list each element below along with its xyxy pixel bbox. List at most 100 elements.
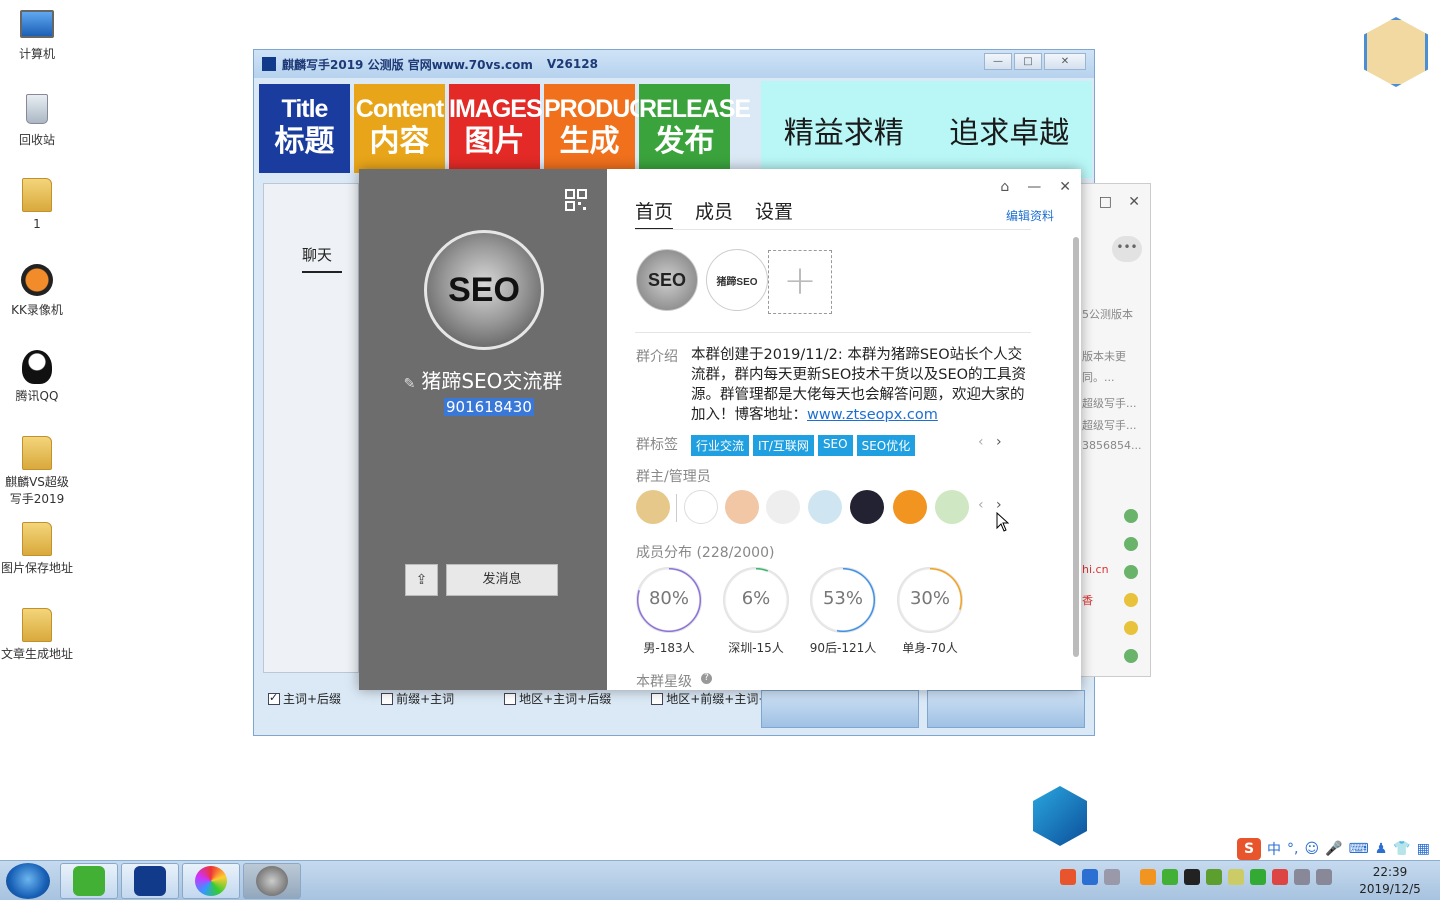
- speaker-tray-icon[interactable]: [1316, 869, 1332, 885]
- add-photo-button[interactable]: +: [768, 250, 832, 314]
- ime-mode[interactable]: 中: [1267, 839, 1281, 859]
- menu-tile[interactable]: RELEASE 发布: [639, 84, 751, 173]
- close-button[interactable]: ✕: [1128, 194, 1140, 210]
- checkbox[interactable]: [651, 693, 664, 705]
- group-id[interactable]: 901618430: [444, 398, 534, 416]
- clock[interactable]: 22:39 2019/12/5: [1352, 864, 1428, 898]
- more-icon[interactable]: •••: [1112, 236, 1142, 262]
- desktop-icon-qq[interactable]: 腾讯QQ: [1, 350, 73, 405]
- distribution-ring[interactable]: 6%: [723, 567, 789, 633]
- member-avatar[interactable]: [893, 490, 927, 524]
- share-button[interactable]: ⇪: [405, 564, 438, 596]
- menu-tile[interactable]: PRODUCT.. 生成: [544, 84, 671, 173]
- close-button[interactable]: ✕: [1044, 53, 1086, 70]
- group-tag[interactable]: 行业交流: [691, 435, 750, 456]
- network-tray-icon[interactable]: [1294, 869, 1310, 885]
- tab-settings[interactable]: 设置: [755, 197, 793, 230]
- member-icon[interactable]: [1124, 565, 1138, 579]
- distribution-ring[interactable]: 53%: [810, 567, 876, 633]
- chevron-right-icon[interactable]: ›: [996, 434, 1002, 450]
- minimize-button[interactable]: —: [1027, 179, 1041, 195]
- menu-tile[interactable]: Title 标题: [259, 84, 350, 173]
- start-button[interactable]: [6, 863, 50, 899]
- flag-tray-icon[interactable]: [1272, 869, 1288, 885]
- qq-tray-icon[interactable]: [1184, 869, 1200, 885]
- security-tray-icon[interactable]: [1250, 869, 1266, 885]
- taskbar-wechat[interactable]: [60, 863, 118, 899]
- group-name[interactable]: ✎ 猪蹄SEO交流群: [359, 365, 607, 394]
- chevron-left-icon[interactable]: ‹: [978, 497, 984, 513]
- skin-icon[interactable]: 👕: [1393, 841, 1410, 857]
- help-icon[interactable]: ?: [701, 673, 712, 684]
- desktop-icon-recycle-bin[interactable]: 回收站: [1, 92, 73, 149]
- group-avatar[interactable]: SEO: [424, 230, 544, 350]
- user-avatar[interactable]: [1364, 17, 1428, 87]
- keyboard-icon[interactable]: ⌨: [1349, 841, 1369, 857]
- tray-arrow-icon[interactable]: [1104, 869, 1120, 885]
- blog-link[interactable]: www.ztseopx.com: [807, 407, 938, 423]
- distribution-ring[interactable]: 80%: [636, 567, 702, 633]
- group-tag[interactable]: SEO优化: [856, 435, 916, 456]
- tab-chat[interactable]: 聊天: [302, 244, 342, 273]
- desktop-icon-writer-folder[interactable]: 麒麟VS超级写手2019: [1, 436, 73, 508]
- group-photo[interactable]: SEO: [636, 249, 698, 311]
- taskbar-qq-group[interactable]: [243, 863, 301, 899]
- edit-pen-icon[interactable]: ✎: [404, 376, 416, 392]
- qr-code-icon[interactable]: [565, 189, 587, 211]
- taskbar-browser[interactable]: [182, 863, 240, 899]
- member-icon[interactable]: [1124, 509, 1138, 523]
- microphone-icon[interactable]: 🎤: [1325, 841, 1342, 857]
- volume-tray-icon[interactable]: [1228, 869, 1244, 885]
- menu-tile[interactable]: IMAGES 图片: [449, 84, 543, 173]
- desktop-icon-folder-1[interactable]: 1: [1, 178, 73, 233]
- member-avatar[interactable]: [725, 490, 759, 524]
- writer-titlebar[interactable]: 麒麟写手2019 公测版 官网www.70vs.com V26128: [254, 50, 1094, 78]
- taskbar-writer[interactable]: [121, 863, 179, 899]
- tray-app-icon[interactable]: [1140, 869, 1156, 885]
- maximize-button[interactable]: □: [1014, 53, 1042, 70]
- group-tag[interactable]: IT/互联网: [753, 435, 814, 456]
- group-tag[interactable]: SEO: [817, 435, 853, 456]
- member-avatar[interactable]: [935, 490, 969, 524]
- edit-profile-link[interactable]: 编辑资料: [1006, 207, 1054, 224]
- writer-action-button-1[interactable]: [761, 690, 919, 728]
- menu-tile[interactable]: Content 内容: [354, 84, 445, 173]
- desktop-icon-image-folder[interactable]: 图片保存地址: [1, 522, 73, 577]
- member-icon[interactable]: [1124, 621, 1138, 635]
- scrollbar[interactable]: [1073, 237, 1079, 657]
- writer-action-button-2[interactable]: [927, 690, 1085, 728]
- chevron-left-icon[interactable]: ‹: [978, 434, 984, 450]
- member-icon[interactable]: [1124, 649, 1138, 663]
- sogou-tray-icon[interactable]: [1060, 869, 1076, 885]
- help-tray-icon[interactable]: [1082, 869, 1098, 885]
- checkbox[interactable]: [504, 693, 517, 705]
- nvidia-tray-icon[interactable]: [1206, 869, 1222, 885]
- pin-icon[interactable]: ⌂: [1000, 179, 1009, 195]
- keyword-option[interactable]: 前缀+主词: [381, 690, 454, 707]
- keyword-option[interactable]: 主词+后缀: [268, 690, 341, 707]
- member-avatar[interactable]: [808, 490, 842, 524]
- tab-home[interactable]: 首页: [635, 197, 674, 230]
- member-avatar[interactable]: [850, 490, 884, 524]
- minimize-button[interactable]: —: [984, 53, 1012, 70]
- maximize-button[interactable]: □: [1099, 194, 1112, 210]
- member-icon[interactable]: [1124, 537, 1138, 551]
- member-icon[interactable]: [1124, 593, 1138, 607]
- tab-members[interactable]: 成员: [695, 197, 733, 230]
- floating-assistant-icon[interactable]: [1033, 786, 1087, 846]
- group-photo[interactable]: 猪蹄SEO: [706, 249, 768, 311]
- distribution-ring[interactable]: 30%: [897, 567, 963, 633]
- member-avatar[interactable]: [766, 490, 800, 524]
- checkbox[interactable]: [381, 693, 394, 705]
- close-button[interactable]: ✕: [1059, 179, 1071, 195]
- user-icon[interactable]: ♟: [1375, 841, 1388, 857]
- punctuation-icon[interactable]: °,: [1287, 841, 1298, 857]
- send-message-button[interactable]: 发消息: [446, 564, 558, 596]
- grid-icon[interactable]: ▦: [1417, 841, 1430, 857]
- member-avatar[interactable]: [684, 490, 718, 524]
- desktop-icon-computer[interactable]: 计算机: [1, 6, 73, 63]
- emoji-icon[interactable]: ☺: [1304, 841, 1319, 857]
- chevron-right-icon[interactable]: ›: [996, 497, 1002, 513]
- keyword-option[interactable]: 地区+主词+后缀: [504, 690, 611, 707]
- wechat-tray-icon[interactable]: [1162, 869, 1178, 885]
